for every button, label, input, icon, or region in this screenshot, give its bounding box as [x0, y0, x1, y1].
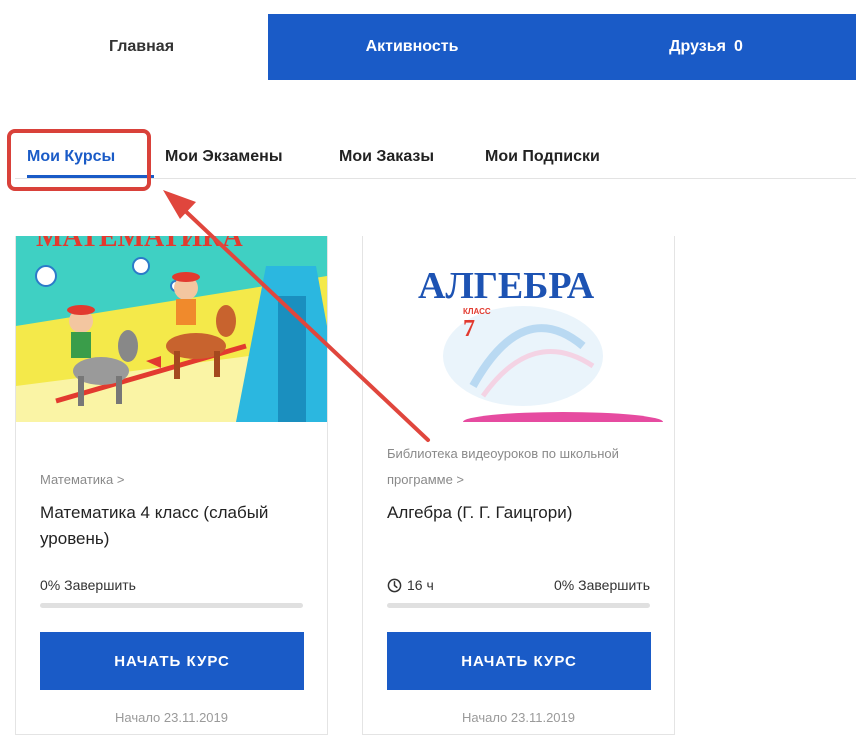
algebra-cover-grade: 7	[463, 316, 475, 342]
course-cover-math[interactable]: МАТЕМАТИКА	[16, 236, 327, 422]
tab-home-label: Главная	[108, 38, 175, 55]
course-duration: 16 ч	[387, 577, 434, 593]
algebra-cover-class: КЛАСС	[463, 307, 491, 316]
subtab-my-orders[interactable]: Мои Заказы	[339, 148, 434, 166]
math-cover-illustration: МАТЕМАТИКА	[16, 236, 327, 422]
course-start-date: Начало 23.11.2019	[461, 710, 575, 725]
course-start-date: Начало 23.11.2019	[114, 710, 228, 725]
progress-bar	[387, 603, 650, 608]
clock-icon	[387, 578, 402, 592]
subtab-my-subscriptions[interactable]: Мои Подписки	[485, 148, 600, 166]
friends-count: 0	[733, 38, 743, 55]
course-card-algebra: АЛГЕБРА КЛАСС 7 Библиотека видеоуроков п…	[362, 236, 675, 735]
tab-friends[interactable]: Друзья 0	[556, 14, 856, 80]
course-category-link[interactable]: Математика >	[40, 467, 124, 493]
start-course-button[interactable]: НАЧАТЬ КУРС	[40, 632, 304, 690]
tab-activity[interactable]: Активность	[268, 14, 556, 80]
top-nav: Главная Активность Друзья 0	[15, 14, 856, 80]
course-category-link[interactable]: Библиотека видеоуроков по школьной прогр…	[387, 441, 647, 493]
progress-text: 0% Завершить	[554, 577, 650, 593]
tab-activity-label: Активность	[365, 38, 459, 55]
algebra-cover-title: АЛГЕБРА	[418, 265, 595, 307]
start-course-button[interactable]: НАЧАТЬ КУРС	[387, 632, 651, 690]
course-card-math: МАТЕМАТИКА Математика > Математика 4 кла…	[15, 236, 328, 735]
tab-friends-label: Друзья	[669, 38, 726, 55]
highlight-box	[7, 129, 151, 191]
course-title[interactable]: Алгебра (Г. Г. Гаицгори)	[387, 500, 657, 526]
course-cover-algebra[interactable]: АЛГЕБРА КЛАСС 7	[363, 236, 674, 422]
progress-bar	[40, 603, 303, 608]
subtab-my-exams[interactable]: Мои Экзамены	[165, 148, 282, 166]
tab-home[interactable]: Главная	[15, 14, 268, 80]
math-cover-text: МАТЕМАТИКА	[36, 236, 243, 253]
duration-text: 16 ч	[407, 577, 434, 593]
course-title[interactable]: Математика 4 класс (слабый уровень)	[40, 500, 310, 552]
progress-text: 0% Завершить	[40, 577, 136, 593]
algebra-cover-illustration: АЛГЕБРА КЛАСС 7	[363, 236, 674, 422]
